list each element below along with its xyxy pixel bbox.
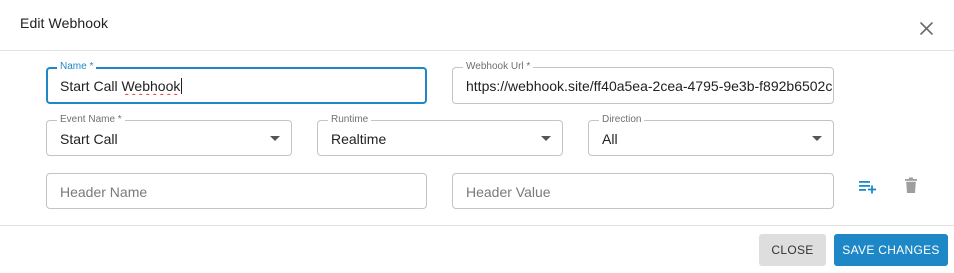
trash-icon[interactable] <box>904 177 918 194</box>
event-name-value: Start Call <box>60 131 118 147</box>
webhook-url-value[interactable]: https://webhook.site/ff40a5ea-2cea-4795-… <box>466 77 833 95</box>
name-field-value[interactable]: Start Call Webhook <box>60 77 415 95</box>
event-name-label: Event Name * <box>57 114 125 126</box>
edit-webhook-dialog: Edit Webhook Name * Start Call Webhook W… <box>0 0 954 273</box>
close-button[interactable]: CLOSE <box>759 234 826 266</box>
direction-value: All <box>602 131 618 147</box>
webhook-url-label: Webhook Url * <box>463 61 534 73</box>
runtime-value: Realtime <box>331 131 387 147</box>
event-name-select[interactable]: Event Name * Start Call <box>46 114 292 156</box>
chevron-down-icon[interactable] <box>812 136 822 141</box>
name-value-text: Start Call <box>60 78 122 94</box>
close-icon[interactable] <box>917 19 937 39</box>
header-name-input[interactable]: Header Name <box>46 173 427 209</box>
name-value-misspelled: Webhook <box>121 78 181 94</box>
chevron-down-icon[interactable] <box>541 136 551 141</box>
playlist-add-icon[interactable] <box>858 178 878 194</box>
header-divider <box>0 50 954 51</box>
text-cursor <box>181 78 183 94</box>
header-value-input[interactable]: Header Value <box>452 173 834 209</box>
chevron-down-icon[interactable] <box>270 136 280 141</box>
direction-label: Direction <box>599 114 645 126</box>
runtime-select[interactable]: Runtime Realtime <box>317 114 563 156</box>
direction-select[interactable]: Direction All <box>588 114 834 156</box>
name-field[interactable]: Name * Start Call Webhook <box>46 61 427 104</box>
webhook-url-field[interactable]: Webhook Url * https://webhook.site/ff40a… <box>452 61 834 104</box>
runtime-label: Runtime <box>328 114 372 126</box>
header-name-placeholder: Header Name <box>60 184 148 200</box>
footer-divider <box>0 225 954 226</box>
name-field-label: Name * <box>57 61 97 73</box>
dialog-title: Edit Webhook <box>20 15 109 31</box>
header-value-placeholder: Header Value <box>466 184 551 200</box>
save-changes-button[interactable]: SAVE CHANGES <box>834 234 948 266</box>
